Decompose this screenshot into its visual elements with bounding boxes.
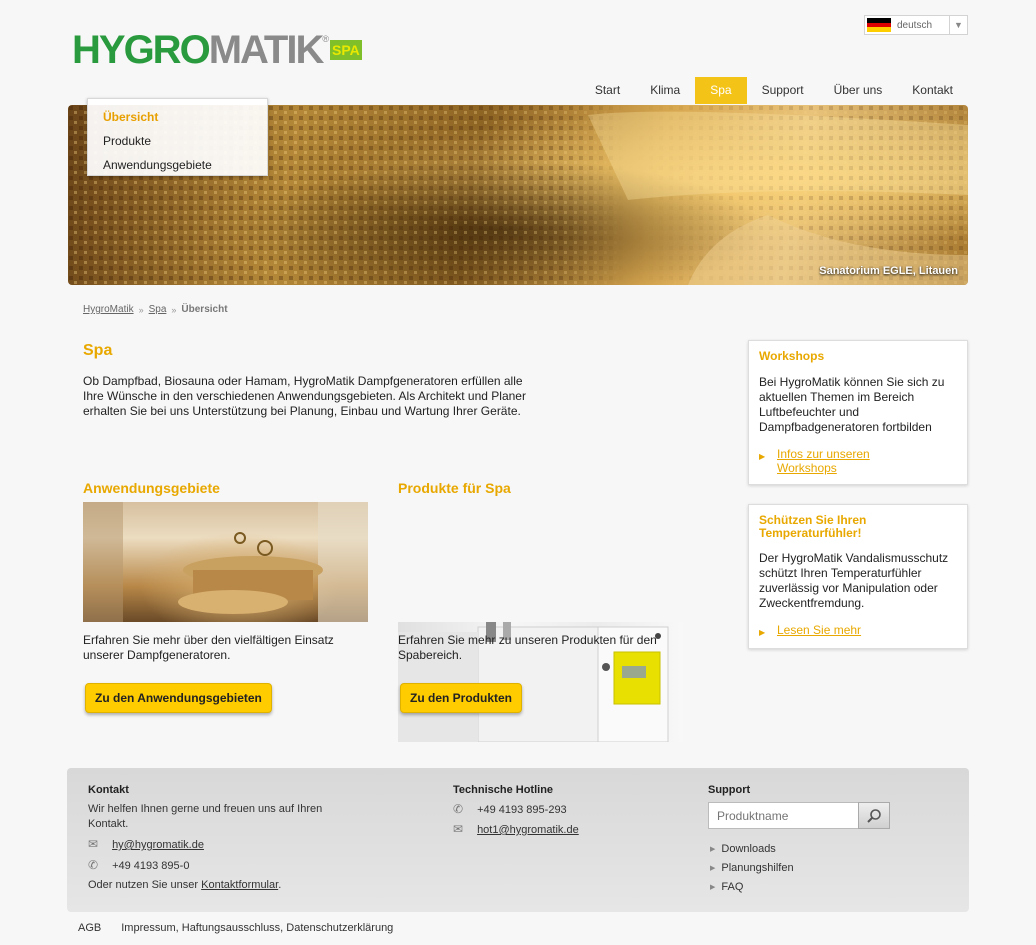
zu-den-produkten-button[interactable]: Zu den Produkten [400,683,522,713]
arrow-right-icon: ▶ [710,846,716,853]
banner-caption: Sanatorium EGLE, Litauen [819,265,958,277]
nav-spa[interactable]: Spa [695,77,747,104]
workshops-link[interactable]: Infos zur unseren Workshops [777,447,897,475]
footer-hotline-phone-row: ✆ +49 4193 895-293 [453,802,567,818]
lesen-sie-mehr-link[interactable]: Lesen Sie mehr [777,623,861,640]
logo-spa-badge: SPA [330,40,362,60]
zu-den-anwendungsgebieten-button[interactable]: Zu den Anwendungsgebieten [85,683,272,713]
spa-submenu-dropdown: Übersicht Produkte Anwendungsgebiete [87,98,268,176]
footer-support-link-row: ▶ Downloads [710,843,776,855]
footer-support-link-row: ▶ FAQ [710,881,743,893]
logo-registered-mark: ® [322,34,329,44]
envelope-icon: ✉ [88,837,99,851]
phone-icon: ✆ [88,858,99,872]
footer-hotline-phone: +49 4193 895-293 [477,804,567,816]
product-search-input[interactable] [708,802,859,829]
search-icon [867,808,881,823]
footer-form-prefix: Oder nutzen Sie unser [88,879,199,891]
footer-kontaktformular-row: Oder nutzen Sie unser Kontaktformular. [88,878,281,893]
footer-hotline-email[interactable]: hot1@hygromatik.de [477,824,579,836]
workshops-link-row: ▶ Infos zur unseren Workshops [759,447,957,475]
search-button[interactable] [858,802,890,829]
produkte-text: Erfahren Sie mehr zu unseren Produkten f… [398,633,657,662]
lesen-link-row: ▶ Lesen Sie mehr [759,623,957,640]
language-label: deutsch [897,19,933,31]
nav-klima[interactable]: Klima [635,77,695,104]
nav-kontakt[interactable]: Kontakt [897,77,968,104]
envelope-icon: ✉ [453,822,464,836]
arrow-right-icon: ▶ [759,452,766,461]
footer-kontakt-phone-row: ✆ +49 4193 895-0 [88,858,189,874]
breadcrumb-home[interactable]: HygroMatik [83,304,134,315]
breadcrumb-current: Übersicht [181,304,228,315]
anwendungsgebiete-heading: Anwendungsgebiete [83,480,220,496]
workshops-box: Workshops Bei HygroMatik können Sie sich… [748,340,968,485]
logo-wordmark: HYGROMATIK [72,28,324,72]
phone-icon: ✆ [453,802,464,816]
nav-ueber-uns[interactable]: Über uns [819,77,898,104]
nav-support[interactable]: Support [747,77,819,104]
footer-kontakt-text: Wir helfen Ihnen gerne und freuen uns au… [88,803,323,830]
downloads-link[interactable]: Downloads [721,843,775,855]
footer-kontakt-email[interactable]: hy@hygromatik.de [112,839,204,851]
arrow-right-icon: ▶ [710,884,716,891]
submenu-produkte[interactable]: Produkte [88,129,267,153]
impressum-link[interactable]: Impressum, Haftungsausschluss, Datenschu… [121,922,393,934]
breadcrumb-separator: » [171,304,177,315]
anwendungsgebiete-image[interactable] [83,502,368,622]
temperaturfuehler-box: Schützen Sie Ihren Temperaturfühler! Der… [748,504,968,649]
footer-form-suffix: . [278,879,282,891]
footer-support-link-row: ▶ Planungshilfen [710,862,794,874]
footer-kontakt-phone: +49 4193 895-0 [112,860,190,872]
produkte-fuer-spa-heading: Produkte für Spa [398,480,511,496]
footer-hotline-heading: Technische Hotline [453,784,554,796]
submenu-uebersicht[interactable]: Übersicht [88,105,267,129]
workshops-text: Bei HygroMatik können Sie sich zu aktuel… [759,375,945,434]
page-title: Spa [83,342,113,359]
temperaturfuehler-text: Der HygroMatik Vandalismusschutz schützt… [759,551,949,610]
nav-start[interactable]: Start [580,77,635,104]
breadcrumb-spa[interactable]: Spa [149,304,167,315]
arrow-right-icon: ▶ [759,628,766,637]
workshops-title: Workshops [759,349,825,363]
arrow-right-icon: ▶ [710,865,716,872]
footer-support-heading: Support [708,784,751,796]
faq-link[interactable]: FAQ [721,881,743,893]
anwendungsgebiete-text: Erfahren Sie mehr über den vielfältigen … [83,633,334,662]
legal-links: AGB Impressum, Haftungsausschluss, Daten… [78,922,393,934]
main-nav: Start Klima Spa Support Über uns Kontakt [580,77,968,104]
breadcrumb: HygroMatik » Spa » Übersicht [83,304,228,315]
language-selector[interactable]: deutsch ▼ [864,15,968,35]
footer-hotline-email-row: ✉ hot1@hygromatik.de [453,822,579,838]
temperaturfuehler-title: Schützen Sie Ihren Temperaturfühler! [759,513,867,540]
footer-kontakt-email-row: ✉ hy@hygromatik.de [88,837,204,853]
hygromatik-spa-logo[interactable]: HYGROMATIK ® SPA [72,28,362,76]
intro-text: Ob Dampfbad, Biosauna oder Hamam, HygroM… [83,374,526,418]
submenu-anwendungsgebiete[interactable]: Anwendungsgebiete [88,153,267,177]
planungshilfen-link[interactable]: Planungshilfen [721,862,793,874]
spa-room-illustration [83,502,368,622]
breadcrumb-separator: » [138,304,144,315]
german-flag-icon [867,18,891,33]
agb-link[interactable]: AGB [78,922,101,934]
footer-kontakt-heading: Kontakt [88,784,129,796]
chevron-down-icon[interactable]: ▼ [949,16,967,34]
kontaktformular-link[interactable]: Kontaktformular [201,879,278,891]
